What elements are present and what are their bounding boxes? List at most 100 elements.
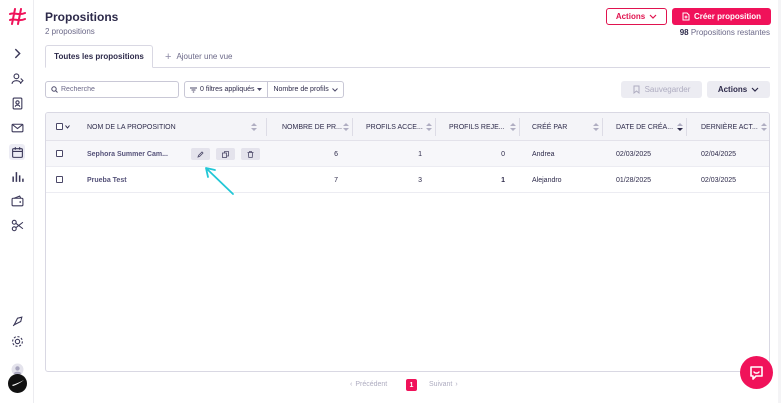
next-page-button[interactable]: Suivant › xyxy=(429,381,458,388)
propositions-table: NOM DE LA PROPOSITION NOMBRE DE PR... PR… xyxy=(45,112,770,372)
sort-icon[interactable] xyxy=(251,122,257,132)
created-date: 02/03/2025 xyxy=(616,150,652,158)
add-view-tab[interactable]: + Ajouter une vue xyxy=(165,45,232,68)
contact-card-icon[interactable] xyxy=(9,95,25,111)
profile-count-dropdown[interactable]: Nombre de profils xyxy=(267,82,342,97)
chevron-down-icon xyxy=(751,87,759,92)
wallet-icon[interactable] xyxy=(9,193,25,209)
sort-icon[interactable] xyxy=(761,122,767,132)
add-view-label: Ajouter une vue xyxy=(176,52,233,61)
plus-icon: + xyxy=(165,50,172,63)
table-actions-button[interactable]: Actions xyxy=(707,81,770,98)
delete-button[interactable] xyxy=(241,148,260,160)
page-title: Propositions xyxy=(45,10,119,24)
sidebar xyxy=(0,0,34,403)
main-content: Propositions 2 propositions Actions Crée… xyxy=(34,0,781,403)
column-header-name[interactable]: NOM DE LA PROPOSITION xyxy=(87,113,176,141)
bar-chart-icon[interactable] xyxy=(9,168,25,184)
created-date: 01/28/2025 xyxy=(616,176,652,184)
sort-icon[interactable] xyxy=(426,122,432,132)
rocket-icon[interactable] xyxy=(9,313,25,329)
users-icon[interactable] xyxy=(9,70,25,86)
profiles-count: 6 xyxy=(334,150,338,158)
previous-page-button[interactable]: ‹ Précédent xyxy=(350,381,387,388)
annotation-arrow-icon xyxy=(205,167,234,195)
filter-icon xyxy=(190,87,197,92)
proposition-name-link[interactable]: Prueba Test xyxy=(87,167,127,193)
column-separator xyxy=(686,118,687,136)
search-box[interactable] xyxy=(45,81,179,98)
chevron-down-icon[interactable] xyxy=(65,125,70,129)
caret-down-icon xyxy=(257,88,263,91)
column-separator xyxy=(352,118,353,136)
column-header-rejected[interactable]: PROFILS REJE... xyxy=(449,113,505,141)
column-header-created-by[interactable]: CRÉÉ PAR xyxy=(532,113,567,141)
table-actions-label: Actions xyxy=(717,85,748,94)
last-activity: 02/03/2025 xyxy=(701,176,737,184)
chevron-down-icon xyxy=(331,87,338,92)
remaining-count: 98 xyxy=(679,28,689,37)
edit-pencil-icon xyxy=(197,150,204,158)
chevron-down-icon xyxy=(649,14,657,19)
search-icon xyxy=(51,86,58,93)
row-checkbox[interactable] xyxy=(56,176,63,183)
create-proposition-button[interactable]: Créer proposition xyxy=(672,8,771,25)
brand-logo-icon[interactable] xyxy=(8,374,27,393)
scissors-icon[interactable] xyxy=(9,217,25,233)
save-label: Sauvegarder xyxy=(644,85,691,94)
previous-label: Précédent xyxy=(355,381,388,388)
chevron-right-icon: › xyxy=(455,381,458,388)
chevron-right-icon[interactable] xyxy=(9,45,25,61)
column-separator xyxy=(266,118,267,136)
chat-icon xyxy=(750,366,763,380)
rejected-count: 1 xyxy=(501,176,505,184)
actions-button[interactable]: Actions xyxy=(606,8,667,25)
table-row[interactable]: Sephora Summer Cam... 6 1 0 Andrea 02/03… xyxy=(46,141,769,167)
save-button[interactable]: Sauvegarder xyxy=(621,81,702,98)
rejected-count: 0 xyxy=(501,150,505,158)
last-activity: 02/04/2025 xyxy=(701,150,737,158)
page-subtitle: 2 propositions xyxy=(45,27,95,36)
new-document-icon xyxy=(682,12,690,21)
edit-button[interactable] xyxy=(191,148,210,160)
next-label: Suivant xyxy=(429,381,453,388)
sort-icon[interactable] xyxy=(510,122,516,132)
create-proposition-label: Créer proposition xyxy=(693,12,762,21)
tab-all-propositions[interactable]: Toutes les propositions xyxy=(45,45,153,68)
filters-dropdown[interactable]: 0 filtres appliqués xyxy=(185,82,267,97)
logo-icon[interactable] xyxy=(9,8,26,25)
created-by: Alejandro xyxy=(532,176,562,184)
row-checkbox[interactable] xyxy=(56,150,63,157)
sort-desc-icon[interactable] xyxy=(677,122,683,132)
copy-icon xyxy=(222,150,229,158)
column-separator xyxy=(602,118,603,136)
table-row[interactable]: Prueba Test 7 3 1 Alejandro 01/28/2025 0… xyxy=(46,167,769,193)
mail-icon[interactable] xyxy=(9,119,25,135)
proposition-name-link[interactable]: Sephora Summer Cam... xyxy=(87,141,168,167)
select-all-checkbox[interactable] xyxy=(56,123,63,130)
sort-icon[interactable] xyxy=(593,122,599,132)
chat-support-button[interactable] xyxy=(740,356,773,389)
table-header: NOM DE LA PROPOSITION NOMBRE DE PR... PR… xyxy=(46,113,769,141)
column-header-accepted[interactable]: PROFILS ACCE... xyxy=(366,113,423,141)
column-separator xyxy=(519,118,520,136)
remaining-propositions: 98 Propositions restantes xyxy=(680,28,770,37)
column-header-last-activity[interactable]: DERNIÈRE ACT... xyxy=(701,113,758,141)
column-separator xyxy=(435,118,436,136)
filter-bar: 0 filtres appliqués Nombre de profils xyxy=(184,81,344,98)
remaining-label: Propositions restantes xyxy=(690,28,770,37)
column-header-profiles[interactable]: NOMBRE DE PR... xyxy=(282,113,342,141)
accepted-count: 1 xyxy=(418,150,422,158)
current-page[interactable]: 1 xyxy=(406,379,417,391)
sort-icon[interactable] xyxy=(343,122,349,132)
duplicate-button[interactable] xyxy=(216,148,235,160)
filters-label: 0 filtres appliqués xyxy=(200,86,255,93)
search-input[interactable] xyxy=(61,86,171,93)
settings-icon[interactable] xyxy=(9,333,25,349)
profiles-count: 7 xyxy=(334,176,338,184)
calendar-icon[interactable] xyxy=(9,144,25,160)
accepted-count: 3 xyxy=(418,176,422,184)
profile-count-label: Nombre de profils xyxy=(273,86,329,93)
pagination: ‹ Précédent 1 Suivant › xyxy=(34,378,781,392)
column-header-created-date[interactable]: DATE DE CRÉA... xyxy=(616,113,673,141)
